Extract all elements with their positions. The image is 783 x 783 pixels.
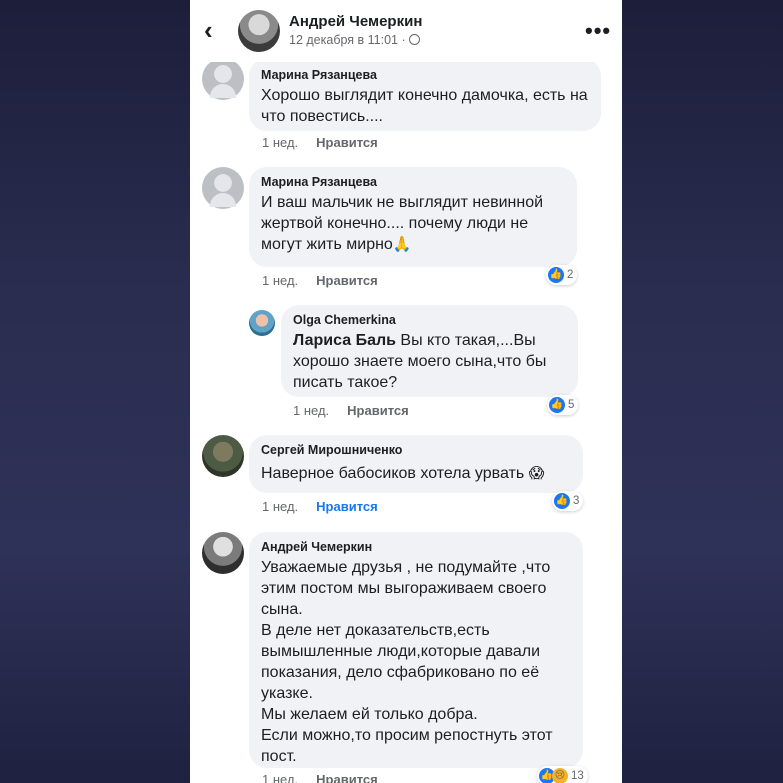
like-button[interactable]: Нравится bbox=[316, 772, 378, 783]
back-chevron-icon[interactable]: ‹ bbox=[204, 16, 226, 44]
reply-bubble[interactable]: Olga Chemerkina Лариса Баль Вы кто такая… bbox=[281, 305, 578, 397]
post-date[interactable]: 12 декабря в 11:01 · bbox=[289, 33, 420, 47]
author-avatar[interactable] bbox=[238, 10, 280, 52]
comment-bubble[interactable]: Марина Рязанцева И ваш мальчик не выгляд… bbox=[249, 167, 577, 267]
comment-text: Хорошо выглядит конечно дамочка, есть на… bbox=[261, 87, 588, 125]
like-button[interactable]: Нравится bbox=[347, 403, 409, 418]
reply-author[interactable]: Olga Chemerkina bbox=[293, 313, 566, 327]
like-thumb-icon: 👍 bbox=[554, 493, 570, 509]
reply-avatar[interactable] bbox=[249, 310, 275, 336]
comment-text: Наверное бабосиков хотела урвать 😱 bbox=[261, 463, 571, 484]
comment-bubble[interactable]: Андрей Чемеркин Уважаемые друзья , не по… bbox=[249, 532, 583, 768]
pray-emoji: 🙏 bbox=[392, 236, 412, 253]
comment-text-body: Наверное бабосиков хотела урвать bbox=[261, 465, 529, 482]
comment-text: И ваш мальчик не выглядит невинной жертв… bbox=[261, 192, 565, 255]
commenter-avatar[interactable] bbox=[202, 532, 244, 574]
reaction-count: 3 bbox=[573, 495, 580, 507]
reply-text: Лариса Баль Вы кто такая,...Вы хорошо зн… bbox=[293, 330, 566, 393]
commenter-avatar[interactable] bbox=[202, 167, 244, 209]
comment-author[interactable]: Марина Рязанцева bbox=[261, 68, 589, 82]
comment-meta: 1 нед. Нравится bbox=[262, 135, 378, 150]
comment-time[interactable]: 1 нед. bbox=[262, 273, 298, 288]
commenter-avatar[interactable] bbox=[202, 435, 244, 477]
comment-meta: 1 нед. Нравится bbox=[262, 499, 378, 514]
globe-icon bbox=[408, 34, 420, 45]
like-thumb-icon: 👍 bbox=[548, 267, 564, 283]
comment-paragraph: Уважаемые друзья , не подумайте ,что эти… bbox=[261, 559, 551, 618]
author-name[interactable]: Андрей Чемеркин bbox=[289, 13, 422, 30]
like-button[interactable]: Нравится bbox=[316, 273, 378, 288]
comment-bubble[interactable]: Марина Рязанцева Хорошо выглядит конечно… bbox=[249, 58, 601, 131]
reaction-count: 13 bbox=[571, 770, 584, 782]
more-dots-icon[interactable]: ••• bbox=[585, 18, 611, 44]
reaction-count: 5 bbox=[568, 399, 575, 411]
comment-author[interactable]: Сергей Мирошниченко bbox=[261, 443, 571, 457]
comment-author[interactable]: Андрей Чемеркин bbox=[261, 540, 571, 554]
comment-author[interactable]: Марина Рязанцева bbox=[261, 175, 565, 189]
comment-paragraph: В деле нет доказательств,есть вымышленны… bbox=[261, 622, 541, 702]
facebook-comments-screen: ‹ Андрей Чемеркин 12 декабря в 11:01 · •… bbox=[190, 0, 622, 783]
sad-face-icon: 😢 bbox=[552, 768, 568, 783]
comment-meta: 1 нед. Нравится bbox=[262, 772, 378, 783]
reaction-count: 2 bbox=[567, 269, 574, 281]
post-header: ‹ Андрей Чемеркин 12 декабря в 11:01 · •… bbox=[190, 0, 622, 62]
comment-bubble[interactable]: Сергей Мирошниченко Наверное бабосиков х… bbox=[249, 435, 583, 493]
scream-emoji: 😱 bbox=[528, 465, 545, 482]
reaction-summary[interactable]: 👍 2 bbox=[546, 265, 578, 285]
like-thumb-icon: 👍 bbox=[549, 397, 565, 413]
comment-paragraph: Если можно,то просим репостнуть этот пос… bbox=[261, 727, 553, 765]
post-date-text: 12 декабря в 11:01 · bbox=[289, 33, 406, 47]
comment-paragraph: Мы желаем ей только добра. bbox=[261, 706, 478, 723]
comment-time[interactable]: 1 нед. bbox=[262, 135, 298, 150]
like-button[interactable]: Нравится bbox=[316, 499, 378, 514]
comment-time[interactable]: 1 нед. bbox=[262, 772, 298, 783]
reaction-summary[interactable]: 👍 😢 13 bbox=[537, 766, 588, 783]
like-button[interactable]: Нравится bbox=[316, 135, 378, 150]
reaction-summary[interactable]: 👍 5 bbox=[547, 395, 579, 415]
comment-meta: 1 нед. Нравится bbox=[262, 273, 378, 288]
commenter-avatar[interactable] bbox=[202, 58, 244, 100]
reaction-summary[interactable]: 👍 3 bbox=[552, 491, 584, 511]
mention-link[interactable]: Лариса Баль bbox=[293, 332, 396, 349]
reply-meta: 1 нед. Нравится bbox=[293, 403, 409, 418]
reply-time[interactable]: 1 нед. bbox=[293, 403, 329, 418]
comment-time[interactable]: 1 нед. bbox=[262, 499, 298, 514]
